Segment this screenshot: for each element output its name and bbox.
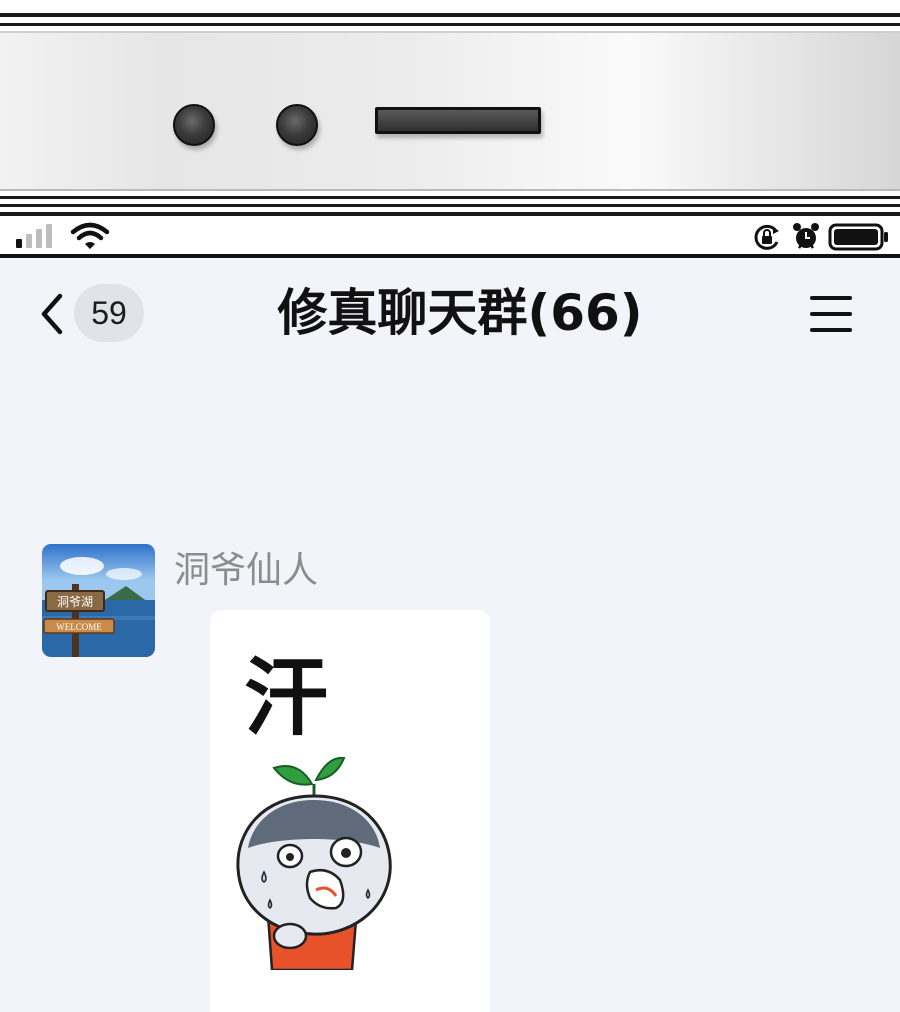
sticker-caption: 汗 (244, 649, 329, 747)
bezel-edge-line (0, 23, 900, 26)
lake-scenery-avatar-image: 洞爷湖 WELCOME (42, 544, 155, 657)
menu-line (810, 328, 852, 332)
earpiece-speaker-icon (375, 107, 541, 134)
chat-title: 修真聊天群(66) (277, 284, 643, 342)
chevron-left-icon[interactable] (34, 290, 70, 338)
hamburger-menu-icon[interactable] (808, 292, 856, 336)
chat-message: 洞爷湖 WELCOME 洞爷仙人 汗 (0, 542, 900, 1012)
status-bar (0, 216, 900, 258)
rotation-lock-icon (754, 224, 779, 250)
bezel-edge-line (0, 13, 900, 17)
front-camera-icon (173, 104, 215, 146)
sticker-message-bubble[interactable]: 汗 (210, 610, 490, 1012)
wifi-icon (70, 222, 110, 249)
avatar[interactable]: 洞爷湖 WELCOME (42, 544, 155, 657)
avatar-sign-text: 洞爷湖 (57, 594, 93, 609)
navigation-bar: 59 修真聊天群(66) (0, 258, 900, 370)
sender-name: 洞爷仙人 (174, 550, 319, 591)
bezel-edge-line (0, 204, 900, 207)
proximity-sensor-icon (276, 104, 318, 146)
bezel-edge-line (0, 196, 900, 199)
menu-line (810, 296, 852, 300)
battery-icon (828, 223, 888, 251)
group-chat-screen: 59 修真聊天群(66) 洞爷湖 WELCOME 洞爷仙人 汗 (0, 258, 900, 1012)
phone-top-bezel (0, 0, 900, 216)
avatar-welcome-text: WELCOME (56, 622, 102, 632)
back-button[interactable]: 59 (34, 284, 146, 344)
menu-line (810, 312, 852, 316)
unread-count-badge[interactable]: 59 (74, 284, 144, 342)
cellular-signal-icon (16, 224, 52, 248)
sweating-cartoon-head-sticker-icon (236, 756, 392, 970)
alarm-clock-icon (793, 223, 819, 249)
